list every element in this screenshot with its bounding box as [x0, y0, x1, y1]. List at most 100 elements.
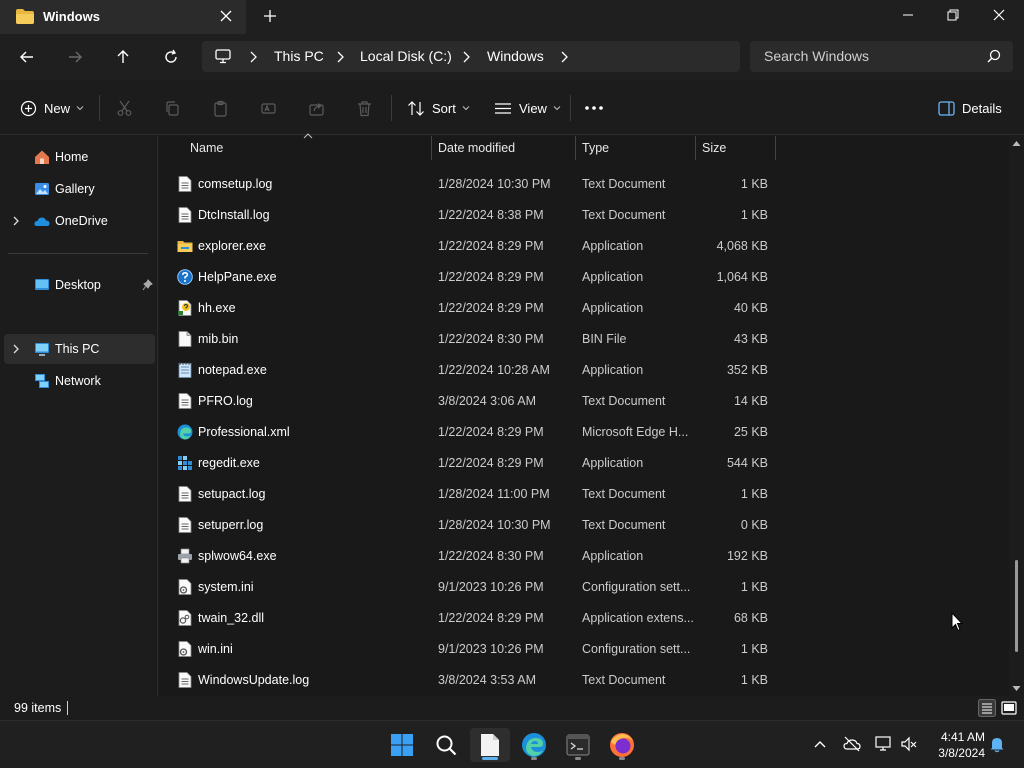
file-row[interactable]: explorer.exe 1/22/2024 8:29 PM Application… — [159, 230, 774, 261]
file-date: 1/22/2024 8:30 PM — [438, 332, 544, 346]
column-header-name[interactable]: Name — [159, 136, 431, 160]
file-row[interactable]: WindowsUpdate.log 3/8/2024 3:53 AM Text Do… — [159, 664, 774, 695]
rename-button[interactable] — [260, 97, 277, 119]
view-button[interactable]: View — [494, 97, 561, 119]
scrollbar-thumb[interactable] — [1015, 560, 1018, 652]
breadcrumb-local-disk[interactable]: Local Disk (C:) — [360, 48, 452, 64]
nav-item-home[interactable]: Home — [4, 142, 155, 172]
close-window-button[interactable] — [976, 0, 1022, 30]
file-row[interactable]: regedit.exe 1/22/2024 8:29 PM Application 5… — [159, 447, 774, 478]
file-row[interactable]: notepad.exe 1/22/2024 10:28 AM Application… — [159, 354, 774, 385]
help-app-icon — [177, 269, 193, 285]
restore-button[interactable] — [930, 0, 976, 30]
cloud-offline-icon[interactable] — [843, 735, 861, 753]
file-row[interactable]: setuperr.log 1/28/2024 10:30 PM Text Docum… — [159, 509, 774, 540]
file-row[interactable]: system.ini 9/1/2023 10:26 PM Configuration… — [159, 571, 774, 602]
config-file-icon — [178, 641, 192, 657]
file-row[interactable]: win.ini 9/1/2023 10:26 PM Configuration se… — [159, 633, 774, 664]
file-row[interactable]: comsetup.log 1/28/2024 10:30 PM Text Docum… — [159, 168, 774, 199]
nav-item-this-pc[interactable]: This PC — [4, 334, 155, 364]
details-view-icon[interactable] — [978, 699, 996, 717]
tab-windows[interactable]: Windows — [0, 0, 246, 34]
file-row[interactable]: hh.exe 1/22/2024 8:29 PM Application 40 KB — [159, 292, 774, 323]
more-options-button[interactable] — [584, 97, 604, 119]
breadcrumb-this-pc[interactable]: This PC — [274, 48, 324, 64]
taskbar-firefox[interactable] — [602, 728, 642, 762]
copy-button[interactable] — [164, 97, 181, 119]
close-tab-icon[interactable] — [218, 8, 234, 24]
sort-button[interactable]: Sort — [407, 97, 470, 119]
taskbar-edge[interactable] — [514, 728, 554, 762]
new-button[interactable]: New — [20, 97, 84, 119]
file-size: 1 KB — [740, 642, 768, 656]
chevron-right-icon[interactable] — [559, 51, 569, 63]
column-header-date[interactable]: Date modified — [432, 136, 575, 160]
file-row[interactable]: HelpPane.exe 1/22/2024 8:29 PM Application… — [159, 261, 774, 292]
file-size: 4,068 KB — [716, 239, 768, 253]
up-button[interactable] — [111, 45, 135, 69]
navigation-pane: Home Gallery OneDrive Desktop This PC Ne… — [0, 136, 158, 696]
refresh-button[interactable] — [159, 45, 183, 69]
nav-item-onedrive[interactable]: OneDrive — [4, 206, 155, 236]
file-date: 1/22/2024 8:29 PM — [438, 425, 544, 439]
forward-button[interactable] — [63, 45, 87, 69]
arrow-left-icon — [20, 51, 33, 63]
paste-button[interactable] — [212, 97, 229, 119]
address-bar[interactable]: This PC Local Disk (C:) Windows — [202, 41, 740, 72]
arrow-up-icon — [117, 50, 129, 63]
status-divider — [67, 701, 68, 715]
vertical-scrollbar[interactable] — [1009, 136, 1024, 696]
chevron-right-icon[interactable] — [12, 344, 20, 354]
back-button[interactable] — [15, 45, 39, 69]
chevron-right-icon[interactable] — [12, 216, 20, 226]
new-tab-icon[interactable] — [262, 8, 278, 24]
volume-muted-icon[interactable] — [900, 735, 918, 753]
file-type: Application — [582, 301, 644, 315]
file-row[interactable]: DtcInstall.log 1/22/2024 8:38 PM Text Docu… — [159, 199, 774, 230]
delete-button[interactable] — [356, 97, 373, 119]
chevron-up-icon[interactable] — [811, 735, 829, 753]
details-label: Details — [962, 100, 1002, 116]
folder-icon — [16, 9, 34, 24]
nav-item-gallery[interactable]: Gallery — [4, 174, 155, 204]
file-row[interactable]: splwow64.exe 1/22/2024 8:30 PM Application… — [159, 540, 774, 571]
toolbar-divider — [99, 95, 100, 121]
nav-divider — [8, 253, 148, 254]
notification-bell-icon[interactable] — [988, 735, 1006, 753]
nav-label: This PC — [55, 342, 100, 356]
scroll-up-icon[interactable] — [1012, 140, 1021, 147]
search-box[interactable]: Search Windows — [750, 41, 1013, 72]
scroll-down-icon[interactable] — [1012, 685, 1021, 692]
file-size: 1 KB — [740, 177, 768, 191]
start-button[interactable] — [382, 728, 422, 762]
file-row[interactable]: mib.bin 1/22/2024 8:30 PM BIN File 43 KB — [159, 323, 774, 354]
breadcrumb-windows[interactable]: Windows — [487, 48, 544, 64]
nav-item-desktop[interactable]: Desktop — [4, 270, 155, 300]
clock[interactable]: 4:41 AM 3/8/2024 — [925, 729, 985, 761]
refresh-icon — [165, 49, 177, 63]
column-header-type[interactable]: Type — [576, 136, 695, 160]
file-row[interactable]: setupact.log 1/28/2024 11:00 PM Text Docum… — [159, 478, 774, 509]
taskbar-search-button[interactable] — [426, 728, 466, 762]
printer-app-icon — [178, 548, 192, 564]
share-button[interactable] — [308, 97, 325, 119]
file-row[interactable]: PFRO.log 3/8/2024 3:06 AM Text Document 14 … — [159, 385, 774, 416]
column-header-size[interactable]: Size — [696, 136, 775, 160]
file-date: 3/8/2024 3:06 AM — [438, 394, 536, 408]
thumbnail-view-icon[interactable] — [1000, 699, 1018, 717]
file-row[interactable]: twain_32.dll 1/22/2024 8:29 PM Application… — [159, 602, 774, 633]
file-type: Text Document — [582, 673, 666, 687]
mouse-cursor-icon — [951, 612, 963, 632]
minimize-button[interactable] — [885, 0, 931, 30]
network-status-icon[interactable] — [875, 735, 893, 753]
edge-icon — [522, 733, 546, 757]
file-name: regedit.exe — [198, 456, 260, 470]
taskbar-terminal[interactable] — [558, 728, 598, 762]
taskbar-file-explorer[interactable] — [470, 728, 510, 762]
nav-item-network[interactable]: Network — [4, 366, 155, 396]
pin-icon[interactable] — [142, 279, 153, 291]
column-resize-handle[interactable] — [775, 136, 776, 160]
cut-button[interactable] — [116, 97, 133, 119]
details-pane-button[interactable]: Details — [938, 97, 1002, 119]
file-row[interactable]: Professional.xml 1/22/2024 8:29 PM Microso… — [159, 416, 774, 447]
